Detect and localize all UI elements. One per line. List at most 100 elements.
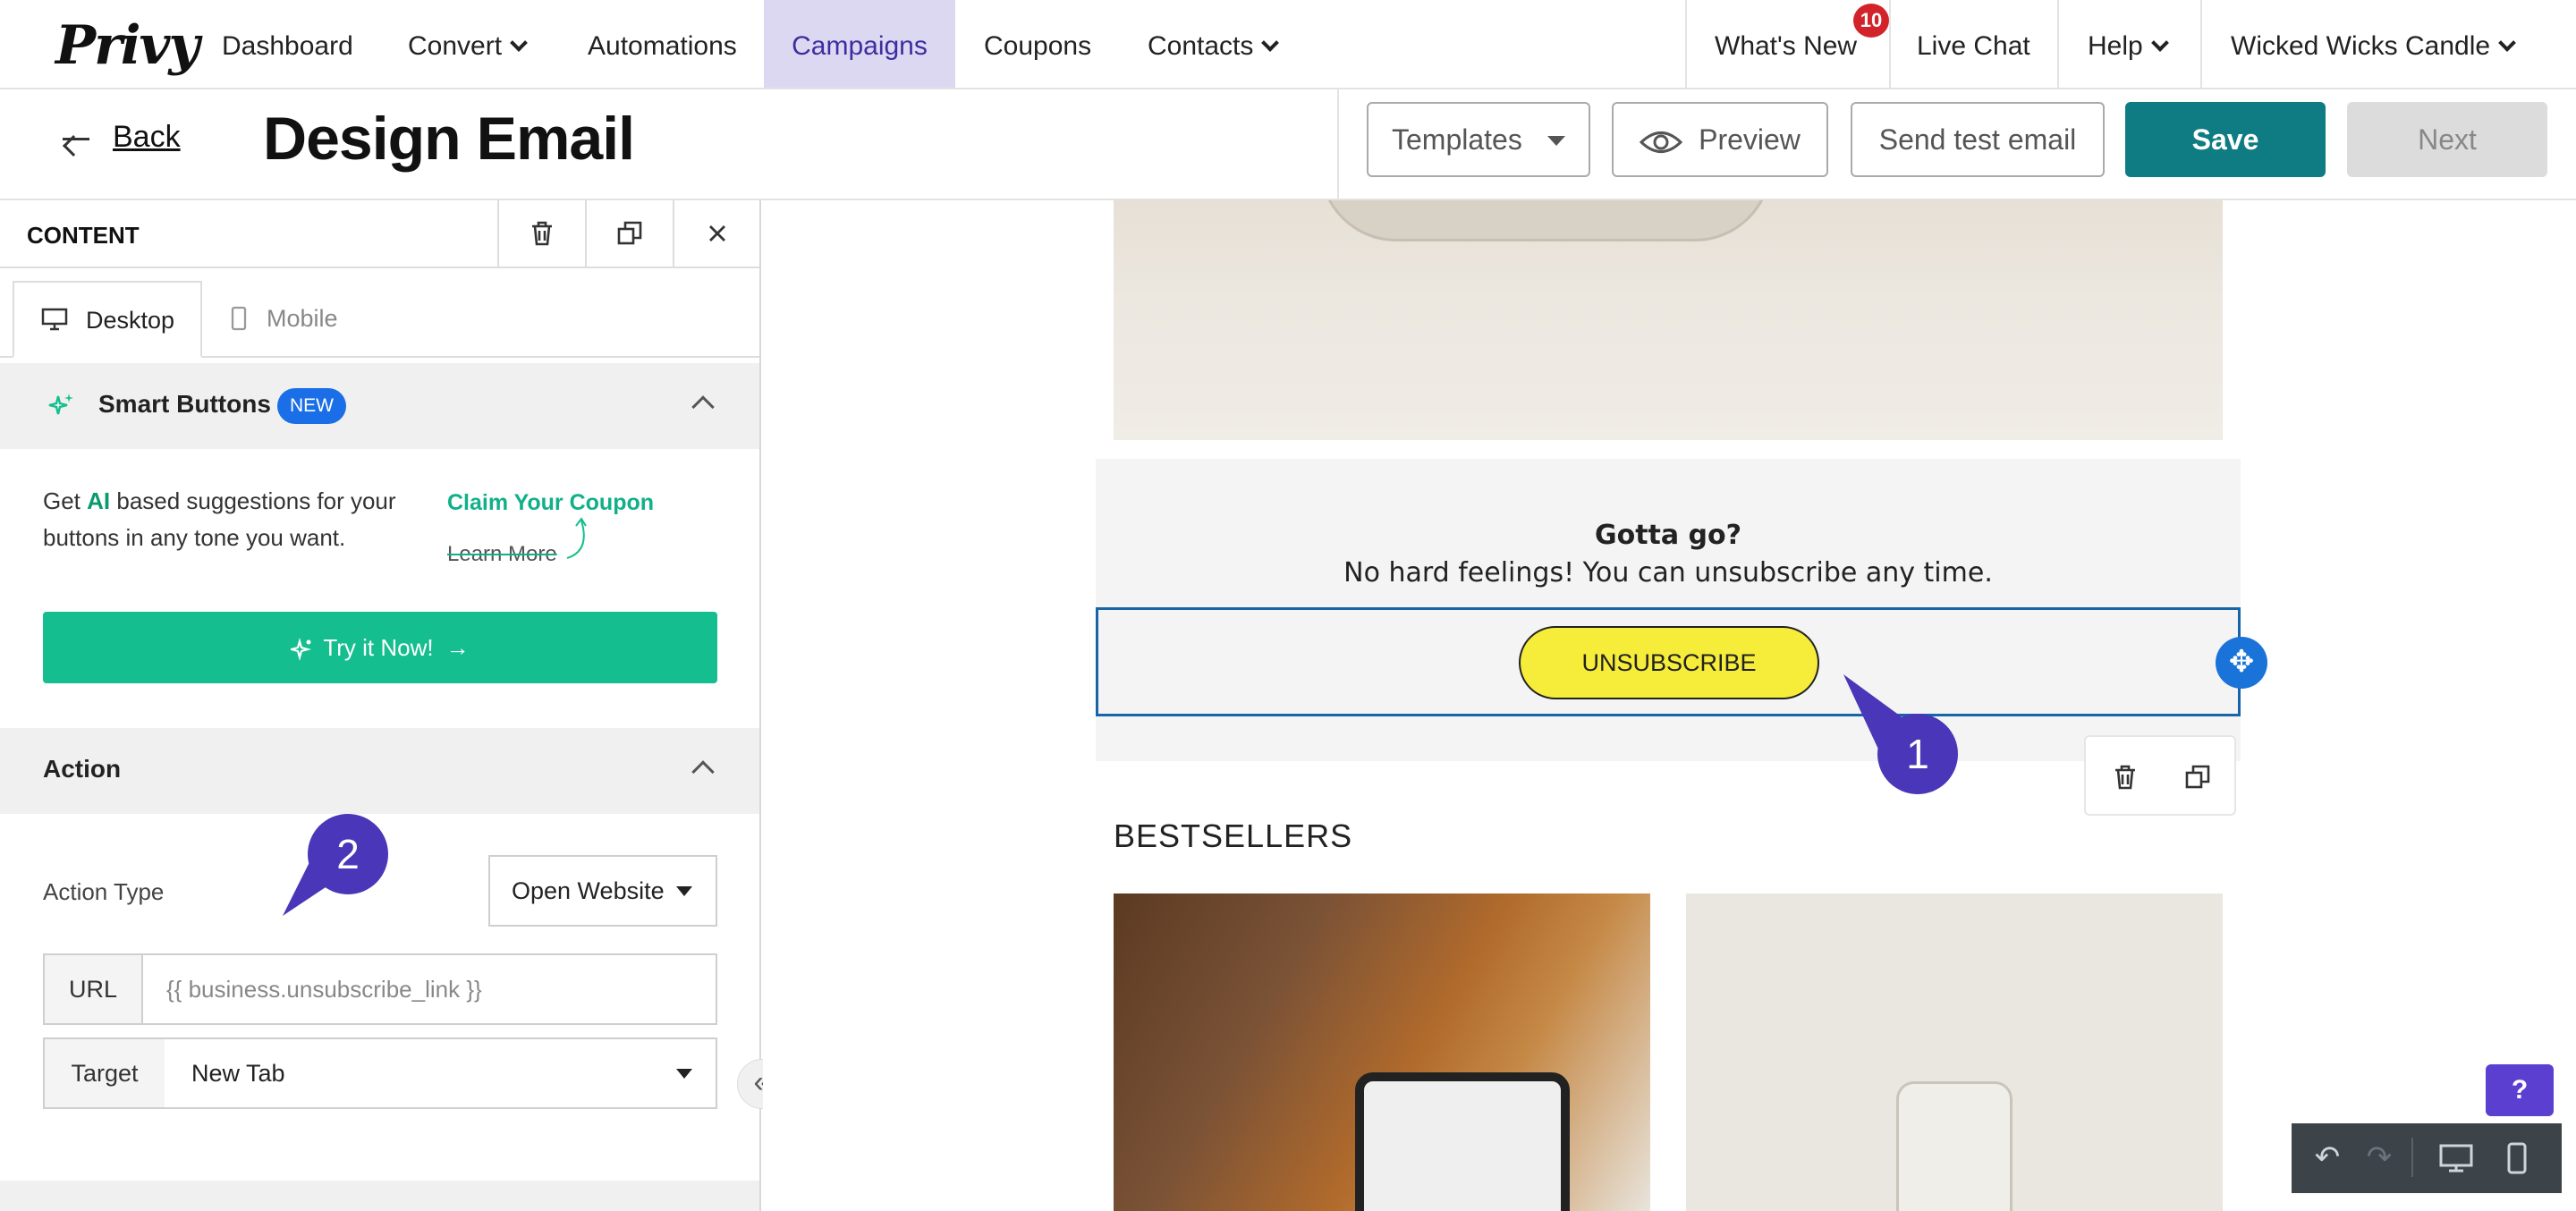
- tab-mobile-label: Mobile: [267, 305, 338, 332]
- target-select[interactable]: New Tab: [165, 1037, 717, 1109]
- action-type-select[interactable]: Open Website: [488, 855, 717, 927]
- sparkle-icon: [288, 638, 312, 662]
- panel-header: CONTENT: [0, 200, 759, 268]
- nav-account[interactable]: Wicked Wicks Candle: [2231, 0, 2516, 88]
- privy-logo[interactable]: Privy: [55, 14, 199, 77]
- trash-icon[interactable]: [2113, 764, 2138, 791]
- next-label: Next: [2418, 123, 2477, 156]
- nav-whats-new[interactable]: What's New: [1715, 0, 1857, 88]
- action-title: Action: [43, 755, 122, 783]
- tab-desktop[interactable]: Desktop: [13, 281, 202, 358]
- nav-automations-label: Automations: [588, 31, 737, 61]
- candle-jar: [1355, 1072, 1570, 1211]
- arrow-right-icon: →: [445, 634, 470, 661]
- close-panel-button[interactable]: [673, 200, 760, 267]
- help-button[interactable]: ?: [2486, 1064, 2554, 1116]
- curved-arrow-icon: [566, 517, 587, 559]
- nav-live-chat[interactable]: Live Chat: [1917, 0, 2030, 88]
- nav-dashboard-label: Dashboard: [222, 31, 353, 61]
- chevron-up-icon: [691, 760, 715, 783]
- desktop-view-icon[interactable]: [2438, 1143, 2474, 1173]
- url-input[interactable]: {{ business.unsubscribe_link }}: [141, 953, 717, 1025]
- duplicate-block-button[interactable]: [585, 200, 673, 267]
- try-it-now-button[interactable]: Try it Now! →: [43, 612, 717, 683]
- trash-icon: [532, 221, 552, 246]
- device-tabs: Desktop Mobile: [0, 268, 759, 358]
- undo-icon[interactable]: ↶: [2309, 1139, 2345, 1175]
- help-label: Help: [2088, 31, 2143, 61]
- desktop-icon: [41, 308, 68, 331]
- desc-prefix: Get: [43, 487, 88, 514]
- canvas-toolbar: ↶ ↷: [2292, 1123, 2562, 1193]
- next-button[interactable]: Next: [2347, 102, 2547, 177]
- nav-campaigns[interactable]: Campaigns: [764, 0, 955, 88]
- copy-icon: [617, 221, 642, 245]
- tab-mobile[interactable]: Mobile: [229, 281, 372, 358]
- nav-divider: [1685, 0, 1687, 88]
- back-arrow-icon[interactable]: [63, 138, 89, 140]
- live-chat-label: Live Chat: [1917, 31, 2030, 61]
- close-icon: [709, 225, 725, 241]
- copy-icon[interactable]: [2184, 764, 2211, 791]
- delete-block-button[interactable]: [497, 200, 585, 267]
- nav-contacts[interactable]: Contacts: [1148, 0, 1280, 88]
- preview-label: Preview: [1699, 123, 1801, 156]
- nav-divider: [1889, 0, 1891, 88]
- nav-campaigns-label: Campaigns: [792, 31, 928, 61]
- smart-buttons-title: Smart Buttons: [98, 390, 271, 418]
- nav-divider: [2057, 0, 2059, 88]
- chevron-down-icon: [2150, 34, 2169, 52]
- back-link[interactable]: Back: [113, 120, 181, 155]
- caret-down-icon: [676, 1069, 692, 1079]
- unsubscribe-button[interactable]: UNSUBSCRIBE: [1519, 626, 1819, 699]
- product-image-candle: [1114, 893, 1650, 1211]
- nav-coupons-label: Coupons: [984, 31, 1092, 61]
- account-label: Wicked Wicks Candle: [2231, 31, 2491, 61]
- send-test-email-button[interactable]: Send test email: [1851, 102, 2105, 177]
- nav-coupons[interactable]: Coupons: [984, 0, 1091, 88]
- save-button[interactable]: Save: [2125, 102, 2326, 177]
- new-badge: NEW: [277, 388, 346, 424]
- header-divider: [1337, 89, 1339, 199]
- step-marker-2: 2: [308, 814, 388, 894]
- example-learn-more: Learn More: [447, 542, 557, 566]
- chevron-down-icon: [2498, 34, 2516, 52]
- nav-convert-label: Convert: [408, 31, 503, 61]
- nav-help[interactable]: Help: [2088, 0, 2169, 88]
- caret-down-icon: [1546, 136, 1565, 146]
- nav-automations[interactable]: Automations: [588, 0, 737, 88]
- toolbar-divider: [2411, 1138, 2413, 1177]
- redo-icon[interactable]: ↷: [2361, 1139, 2397, 1175]
- nav-convert[interactable]: Convert: [408, 0, 528, 88]
- preview-button[interactable]: Preview: [1612, 102, 1828, 177]
- selected-button-row[interactable]: UNSUBSCRIBE: [1096, 607, 2241, 716]
- page-title: Design Email: [263, 105, 635, 173]
- sparkle-icon: [48, 394, 73, 415]
- smart-buttons-header[interactable]: Smart Buttons NEW: [0, 363, 759, 449]
- desc-ai: AI: [87, 487, 111, 514]
- eye-icon: [1639, 131, 1683, 153]
- nav-dashboard[interactable]: Dashboard: [222, 0, 353, 88]
- panel-next-section: [0, 1181, 759, 1211]
- mobile-view-icon[interactable]: [2506, 1141, 2528, 1175]
- example-claim-coupon: Claim Your Coupon: [447, 490, 655, 515]
- move-handle-icon[interactable]: ✥: [2216, 637, 2267, 689]
- try-it-now-label: Try it Now!: [323, 634, 434, 661]
- chevron-up-icon: [691, 395, 715, 419]
- row-toolbar: [2084, 735, 2236, 816]
- action-header[interactable]: Action: [0, 728, 759, 814]
- glass-bottle: [1896, 1081, 2012, 1211]
- target-value: New Tab: [191, 1060, 285, 1087]
- templates-label: Templates: [1392, 123, 1522, 156]
- chevron-down-icon: [510, 34, 528, 52]
- whats-new-label: What's New: [1715, 31, 1858, 61]
- action-type-value: Open Website: [512, 877, 665, 904]
- templates-dropdown[interactable]: Templates: [1367, 102, 1590, 177]
- bestsellers-heading: BESTSELLERS: [1114, 817, 1353, 854]
- save-label: Save: [2191, 123, 2259, 156]
- mobile-icon: [231, 306, 247, 331]
- target-addon: Target: [43, 1037, 166, 1109]
- content-panel: CONTENT Desktop Mobile Smart Buttons NEW…: [0, 200, 761, 1211]
- chevron-down-icon: [1261, 34, 1280, 52]
- send-test-label: Send test email: [1878, 123, 2077, 156]
